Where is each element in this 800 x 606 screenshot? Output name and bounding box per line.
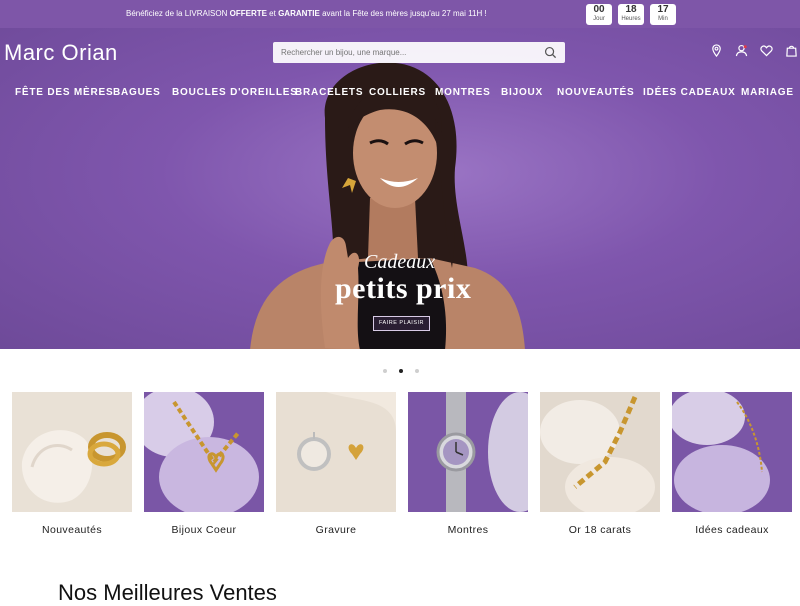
category-grid: Nouveautés Bijoux Coeur Gravure Montres … (12, 387, 792, 536)
nav-item-mariage[interactable]: MARIAGE (741, 87, 794, 98)
hero-banner[interactable]: Marc Orian FÊTE DES MÈRES BAGUES BOUCLES… (0, 28, 800, 349)
category-label[interactable]: Or 18 carats (540, 524, 660, 536)
category-image-or-18-carats (540, 392, 660, 517)
category-tile-idees-cadeaux[interactable]: Idées cadeaux (669, 389, 792, 536)
nav-item-idees-cadeaux[interactable]: IDÉES CADEAUX (643, 87, 736, 98)
logo[interactable]: Marc Orian (4, 40, 118, 66)
nav-item-bijoux[interactable]: BIJOUX (501, 87, 543, 98)
nav-item-bagues[interactable]: BAGUES (113, 87, 161, 98)
wishlist-icon[interactable] (760, 44, 773, 57)
carousel-dot-3[interactable] (415, 369, 419, 373)
account-icon[interactable] (735, 44, 748, 57)
nav-item-fete-des-meres[interactable]: FÊTE DES MÈRES (15, 87, 113, 98)
countdown-days: 00 Jour (586, 4, 612, 25)
nav-item-nouveautes[interactable]: NOUVEAUTÉS (557, 87, 634, 98)
category-image-montres (408, 392, 552, 512)
nav-item-bracelets[interactable]: BRACELETS (295, 87, 363, 98)
category-tile-or-18-carats[interactable]: Or 18 carats (540, 392, 660, 536)
carousel-dot-1[interactable] (383, 369, 387, 373)
category-label[interactable]: Bijoux Coeur (144, 524, 264, 536)
category-label[interactable]: Nouveautés (12, 524, 132, 536)
hero-caption-main: petits prix (335, 272, 472, 305)
best-sellers-heading: Nos Meilleures Ventes (58, 580, 277, 605)
carousel-dot-2[interactable] (399, 369, 403, 373)
header-icons (710, 44, 798, 57)
carousel-dots (383, 369, 419, 373)
category-tile-bijoux-coeur[interactable]: Bijoux Coeur (134, 387, 264, 536)
location-icon[interactable] (710, 44, 723, 57)
countdown-minutes: 17 Min (650, 4, 676, 25)
category-tile-montres[interactable]: Montres (408, 392, 552, 536)
category-image-bijoux-coeur (134, 387, 264, 517)
promo-text: Bénéficiez de la LIVRAISON OFFERTE et GA… (126, 9, 487, 18)
promo-bar: Bénéficiez de la LIVRAISON OFFERTE et GA… (0, 0, 800, 28)
search-input[interactable] (273, 42, 543, 63)
cart-icon[interactable] (785, 44, 798, 57)
nav-item-colliers[interactable]: COLLIERS (369, 87, 426, 98)
category-tile-gravure[interactable]: Gravure (276, 392, 396, 536)
category-label[interactable]: Montres (408, 524, 528, 536)
category-label[interactable]: Gravure (276, 524, 396, 536)
category-image-gravure (276, 392, 396, 512)
hero-cta-button[interactable]: FAIRE PLAISIR (373, 316, 430, 331)
category-image-nouveautes (12, 392, 132, 512)
countdown: 00 Jour 18 Heures 17 Min (586, 4, 676, 25)
countdown-hours: 18 Heures (618, 4, 644, 25)
main-nav: FÊTE DES MÈRES BAGUES BOUCLES D'OREILLES… (0, 87, 800, 103)
hero-caption-script: Cadeaux (364, 251, 436, 273)
nav-item-montres[interactable]: MONTRES (435, 87, 491, 98)
search-icon[interactable] (544, 46, 557, 59)
category-image-idees-cadeaux (669, 389, 792, 515)
category-tile-nouveautes[interactable]: Nouveautés (12, 392, 132, 536)
category-label[interactable]: Idées cadeaux (672, 524, 792, 536)
search-bar[interactable] (273, 42, 565, 63)
nav-item-boucles-oreilles[interactable]: BOUCLES D'OREILLES (172, 87, 298, 98)
